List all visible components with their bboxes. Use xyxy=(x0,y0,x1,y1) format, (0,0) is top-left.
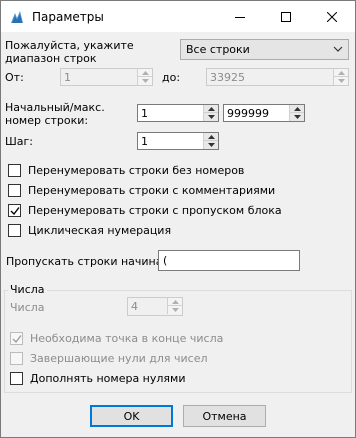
start-number-value: 1 xyxy=(141,107,148,120)
to-value: 33925 xyxy=(210,71,245,84)
start-spin-down[interactable] xyxy=(203,113,218,121)
skip-lines-input[interactable]: ( xyxy=(158,250,300,271)
app-icon xyxy=(11,11,23,23)
to-spinbox[interactable]: 33925 xyxy=(206,68,349,86)
range-label: Пожалуйста, укажите диапазон строк xyxy=(5,39,134,65)
checkbox-box xyxy=(8,164,21,177)
step-spin-down[interactable] xyxy=(203,141,218,149)
chevron-down-icon xyxy=(333,46,343,52)
trailing-zeros-checkbox[interactable]: Завершающие нули для чисел xyxy=(10,352,330,366)
parameters-dialog: Параметры Пожалуйста, укажите диапазон с… xyxy=(0,0,356,438)
range-select-value: Все строки xyxy=(186,43,250,56)
renumber-without-numbers-checkbox[interactable]: Перенумеровать строки без номеров xyxy=(8,164,338,178)
checkbox-label: Перенумеровать строки с пропуском блока xyxy=(28,204,282,217)
checkbox-box xyxy=(8,184,21,197)
max-number-spinbox[interactable]: 999999 xyxy=(223,104,305,122)
start-number-spinbox[interactable]: 1 xyxy=(137,104,219,122)
digits-spin-down[interactable] xyxy=(167,306,182,314)
to-label: до: xyxy=(162,71,181,84)
to-spin-down[interactable] xyxy=(333,77,348,85)
minimize-icon xyxy=(235,16,245,18)
ok-button[interactable]: OK xyxy=(90,405,173,427)
max-spin-up[interactable] xyxy=(289,105,304,113)
cancel-button[interactable]: Отмена xyxy=(183,405,266,427)
digits-spin-up[interactable] xyxy=(167,298,182,306)
checkbox-box xyxy=(10,372,23,385)
max-spin-down[interactable] xyxy=(289,113,304,121)
close-icon xyxy=(327,11,337,22)
from-label: От: xyxy=(5,71,24,84)
spin-down-icon xyxy=(141,79,149,83)
maximize-icon xyxy=(281,11,291,22)
checkbox-label: Циклическая нумерация xyxy=(28,224,172,237)
close-button[interactable] xyxy=(309,1,355,32)
step-spin-up[interactable] xyxy=(203,133,218,141)
spin-down-icon xyxy=(337,79,345,83)
title-bar[interactable]: Параметры xyxy=(1,1,355,32)
ok-button-label: OK xyxy=(123,409,140,423)
checkbox-box xyxy=(10,352,23,365)
spin-up-icon xyxy=(171,299,179,304)
spin-up-icon xyxy=(141,70,149,75)
checkmark-icon xyxy=(10,207,20,216)
checkbox-box xyxy=(10,332,23,345)
start-spin-up[interactable] xyxy=(203,105,218,113)
spin-down-icon xyxy=(293,115,301,119)
skip-lines-label: Пропускать строки начинаю xyxy=(6,255,172,268)
numbers-group-title: Числа xyxy=(8,283,47,296)
from-spin-down[interactable] xyxy=(137,77,152,85)
max-number-value: 999999 xyxy=(227,107,269,120)
cyclic-numbering-checkbox[interactable]: Циклическая нумерация xyxy=(8,224,338,238)
checkbox-label: Перенумеровать строки без номеров xyxy=(28,164,245,177)
from-spin-up[interactable] xyxy=(137,69,152,77)
checkmark-icon xyxy=(12,335,22,344)
digits-label: Числа xyxy=(10,301,45,314)
checkbox-box xyxy=(8,204,21,217)
step-spinbox[interactable]: 1 xyxy=(137,132,219,150)
spin-down-icon xyxy=(207,143,215,147)
renumber-skip-block-checkbox[interactable]: Перенумеровать строки с пропуском блока xyxy=(8,204,338,218)
start-max-label: Начальный/макс. номер строки: xyxy=(5,101,105,127)
checkbox-label: Завершающие нули для чисел xyxy=(30,352,208,365)
checkbox-label: Дополнять номера нулями xyxy=(30,372,186,385)
checkbox-box xyxy=(8,224,21,237)
cancel-button-label: Отмена xyxy=(202,409,247,423)
skip-lines-value: ( xyxy=(163,254,168,267)
window-title: Параметры xyxy=(32,10,104,24)
checkbox-label: Перенумеровать строки с комментариями xyxy=(28,184,276,197)
spin-down-icon xyxy=(171,308,179,312)
from-value: 1 xyxy=(64,71,71,84)
spin-down-icon xyxy=(207,115,215,119)
checkbox-label: Необходима точка в конце числа xyxy=(30,332,224,345)
to-spin-up[interactable] xyxy=(333,69,348,77)
minimize-button[interactable] xyxy=(217,1,263,32)
spin-up-icon xyxy=(293,106,301,111)
digits-value: 4 xyxy=(131,300,138,313)
renumber-with-comments-checkbox[interactable]: Перенумеровать строки с комментариями xyxy=(8,184,338,198)
spin-up-icon xyxy=(207,106,215,111)
range-select[interactable]: Все строки xyxy=(180,39,349,60)
spin-up-icon xyxy=(207,134,215,139)
step-label: Шаг: xyxy=(5,135,33,148)
step-value: 1 xyxy=(141,135,148,148)
trailing-dot-checkbox[interactable]: Необходима точка в конце числа xyxy=(10,332,330,346)
spin-up-icon xyxy=(337,70,345,75)
pad-with-zeros-checkbox[interactable]: Дополнять номера нулями xyxy=(10,372,330,386)
from-spinbox[interactable]: 1 xyxy=(60,68,153,86)
maximize-button[interactable] xyxy=(263,1,309,32)
digits-spinbox[interactable]: 4 xyxy=(127,297,183,316)
